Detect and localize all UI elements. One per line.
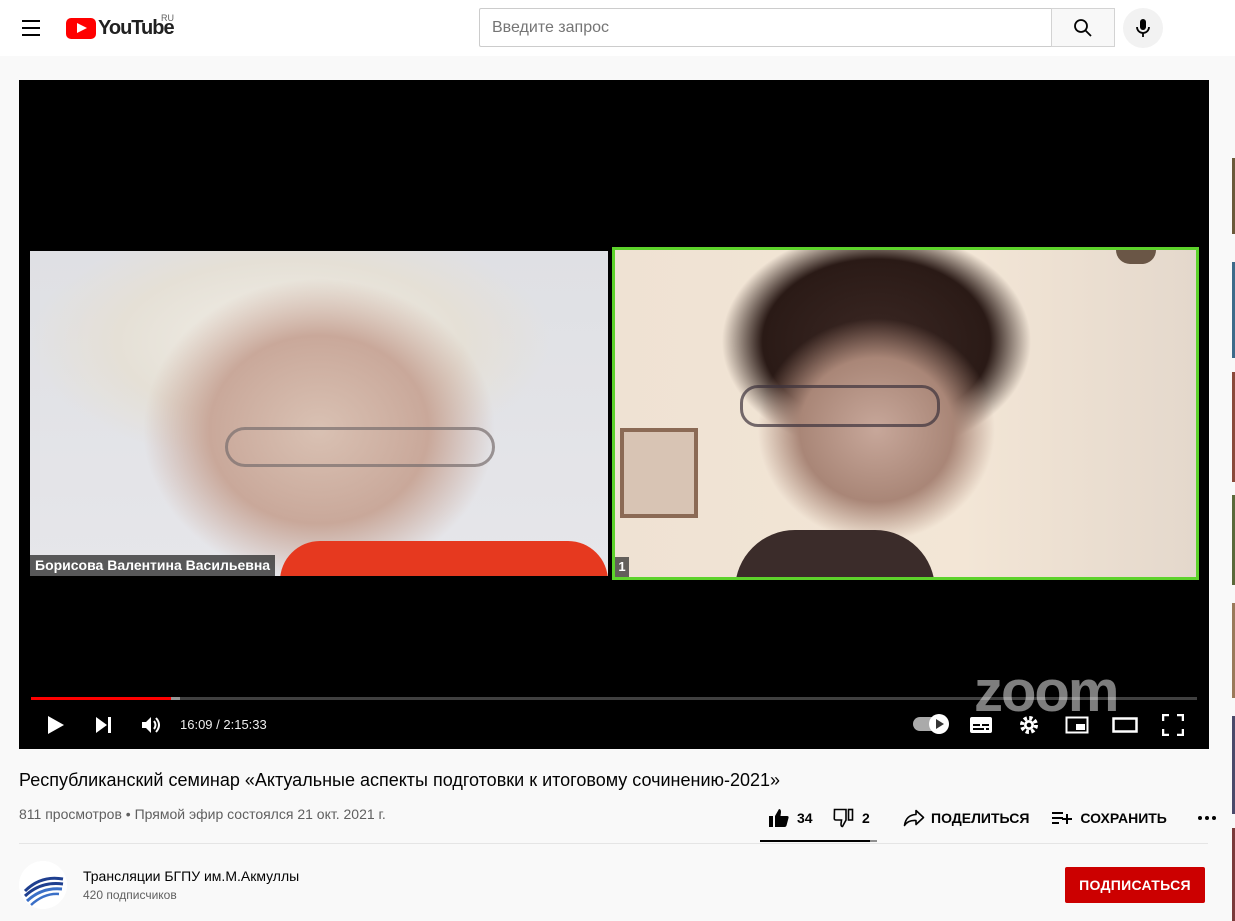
participant-number: 1 [615,557,629,577]
miniplayer-icon [1065,716,1089,734]
like-button[interactable]: 34 [760,800,826,836]
glasses-shape [225,427,495,467]
search-icon [1074,18,1092,37]
save-button[interactable]: СОХРАНИТЬ [1051,800,1167,836]
fullscreen-icon [1162,714,1184,736]
autoplay-toggle[interactable] [913,714,949,734]
sentiment-bar [760,840,877,842]
shelf-object [1116,250,1156,264]
miniplayer-button[interactable] [1063,711,1091,739]
channel-name[interactable]: Трансляции БГПУ им.М.Акмуллы [83,868,299,884]
share-button[interactable]: ПОДЕЛИТЬСЯ [903,800,1029,836]
sentiment-like-fill [760,840,871,842]
zoom-watermark: zoom [974,659,1119,724]
microphone-icon [1136,19,1150,37]
channel-avatar[interactable] [19,861,67,909]
channel-logo-icon [19,861,67,909]
volume-icon [142,717,160,733]
gear-icon [1020,716,1038,734]
participant-video-right: 1 [612,247,1199,580]
more-horizontal-icon [1197,816,1216,820]
fullscreen-button[interactable] [1159,711,1187,739]
dislike-count: 2 [862,810,870,826]
youtube-logo[interactable]: YouTube [66,16,175,40]
country-code: RU [161,13,174,23]
shirt-shape [280,541,608,576]
glasses-shape [740,385,940,427]
participant-video-left [30,251,608,576]
body-shape [735,530,935,577]
subtitles-button[interactable] [967,711,995,739]
divider [19,843,1208,844]
search-box [479,8,1115,47]
play-icon [48,716,64,734]
save-label: СОХРАНИТЬ [1080,810,1167,826]
subtitles-icon [970,717,992,733]
video-meta: 811 просмотров • Прямой эфир состоялся 2… [19,806,386,822]
voice-search-button[interactable] [1123,8,1163,48]
skip-next-icon [96,717,111,733]
next-button[interactable] [91,711,117,739]
search-button[interactable] [1051,8,1115,47]
theater-mode-button[interactable] [1111,711,1139,739]
more-actions-button[interactable] [1189,800,1225,836]
mute-button[interactable] [138,711,166,739]
youtube-play-icon [66,17,96,39]
wall-picture-frame [620,428,698,518]
video-actions: 34 2 ПОДЕЛИТЬСЯ СОХРАНИТЬ [760,800,1225,836]
time-display: 16:09 / 2:15:33 [180,717,267,732]
thumbs-down-icon [833,808,854,828]
play-button[interactable] [43,711,69,739]
participant-name-label: Борисова Валентина Васильевна [30,555,276,576]
theater-mode-icon [1112,717,1138,733]
dislike-button[interactable]: 2 [833,800,893,836]
settings-button[interactable] [1015,711,1043,739]
progress-played [31,697,171,700]
video-title: Республиканский семинар «Актуальные аспе… [19,770,781,790]
subscribe-button[interactable]: ПОДПИСАТЬСЯ [1065,867,1205,903]
progress-bar[interactable] [31,697,1197,700]
hamburger-menu-icon[interactable] [20,16,44,40]
video-player[interactable]: Борисова Валентина Васильевна 1 zoom 16:… [19,80,1209,749]
search-input[interactable] [479,8,1051,47]
thumbs-up-icon [769,809,789,827]
share-icon [903,809,925,827]
masthead: YouTube RU [0,0,1235,56]
like-count: 34 [797,810,813,826]
share-label: ПОДЕЛИТЬСЯ [931,810,1030,826]
subscriber-count: 420 подписчиков [83,888,177,902]
playlist-add-icon [1052,812,1073,824]
autoplay-knob [929,714,949,734]
